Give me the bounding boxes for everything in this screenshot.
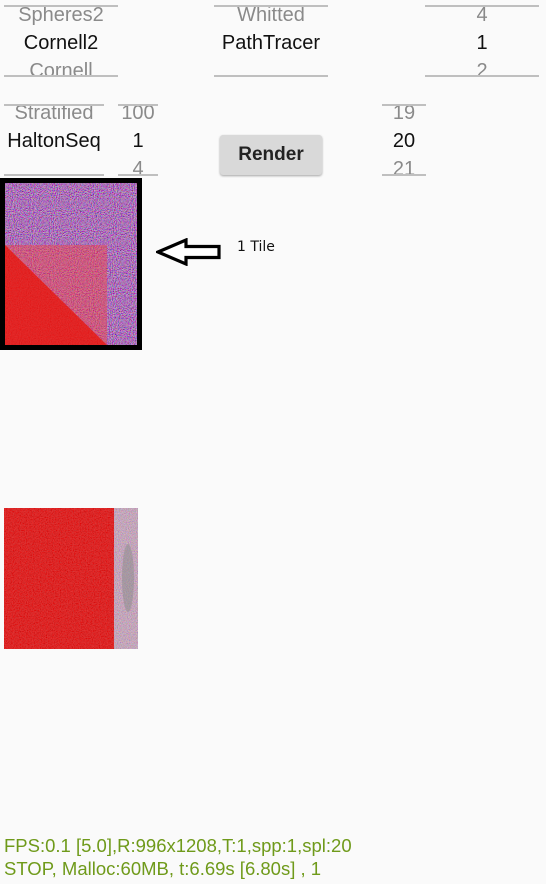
- integrator-option-next[interactable]: [214, 57, 328, 82]
- annotation-label: 1 Tile: [237, 239, 275, 255]
- stats-line-1: FPS:0.1 [5.0],R:996x1208,T:1,spp:1,spl:2…: [4, 835, 352, 856]
- render-tile-image: [4, 508, 138, 649]
- render-preview: [5, 183, 137, 345]
- render-preview-image: [5, 183, 137, 345]
- picker-divider: [425, 75, 539, 77]
- integrator-picker[interactable]: Whitted PathTracer: [214, 0, 328, 82]
- sampler-option-selected[interactable]: HaltonSeq: [4, 127, 104, 155]
- picker-divider: [382, 104, 426, 106]
- sampler-picker[interactable]: Stratified HaltonSeq: [4, 99, 104, 179]
- picker-divider: [382, 174, 426, 176]
- depth-option-selected[interactable]: 20: [382, 127, 426, 155]
- scene-option-selected[interactable]: Cornell2: [4, 29, 118, 57]
- picker-divider: [425, 5, 539, 7]
- render-preview-frame: [0, 178, 142, 350]
- render-button[interactable]: Render: [220, 135, 322, 175]
- spp-picker[interactable]: 100 1 4: [118, 99, 158, 179]
- picker-divider: [4, 5, 118, 7]
- count-picker[interactable]: 4 1 2: [425, 0, 539, 82]
- picker-divider: [214, 75, 328, 77]
- count-option-next[interactable]: 2: [425, 57, 539, 82]
- depth-picker[interactable]: 19 20 21: [382, 99, 426, 179]
- integrator-option-selected[interactable]: PathTracer: [214, 29, 328, 57]
- render-tile-preview: [4, 508, 138, 649]
- spp-option-selected[interactable]: 1: [118, 127, 158, 155]
- picker-divider: [4, 104, 104, 106]
- picker-divider: [118, 174, 158, 176]
- scene-picker[interactable]: Spheres2 Cornell2 Cornell: [4, 0, 118, 82]
- picker-divider: [4, 174, 104, 176]
- scene-option-next[interactable]: Cornell: [4, 57, 118, 82]
- stats-line-2: STOP, Malloc:60MB, t:6.69s [6.80s] , 1: [4, 858, 322, 879]
- picker-divider: [4, 75, 118, 77]
- count-option-selected[interactable]: 1: [425, 29, 539, 57]
- picker-divider: [214, 5, 328, 7]
- left-arrow-icon: [156, 238, 221, 266]
- picker-divider: [118, 104, 158, 106]
